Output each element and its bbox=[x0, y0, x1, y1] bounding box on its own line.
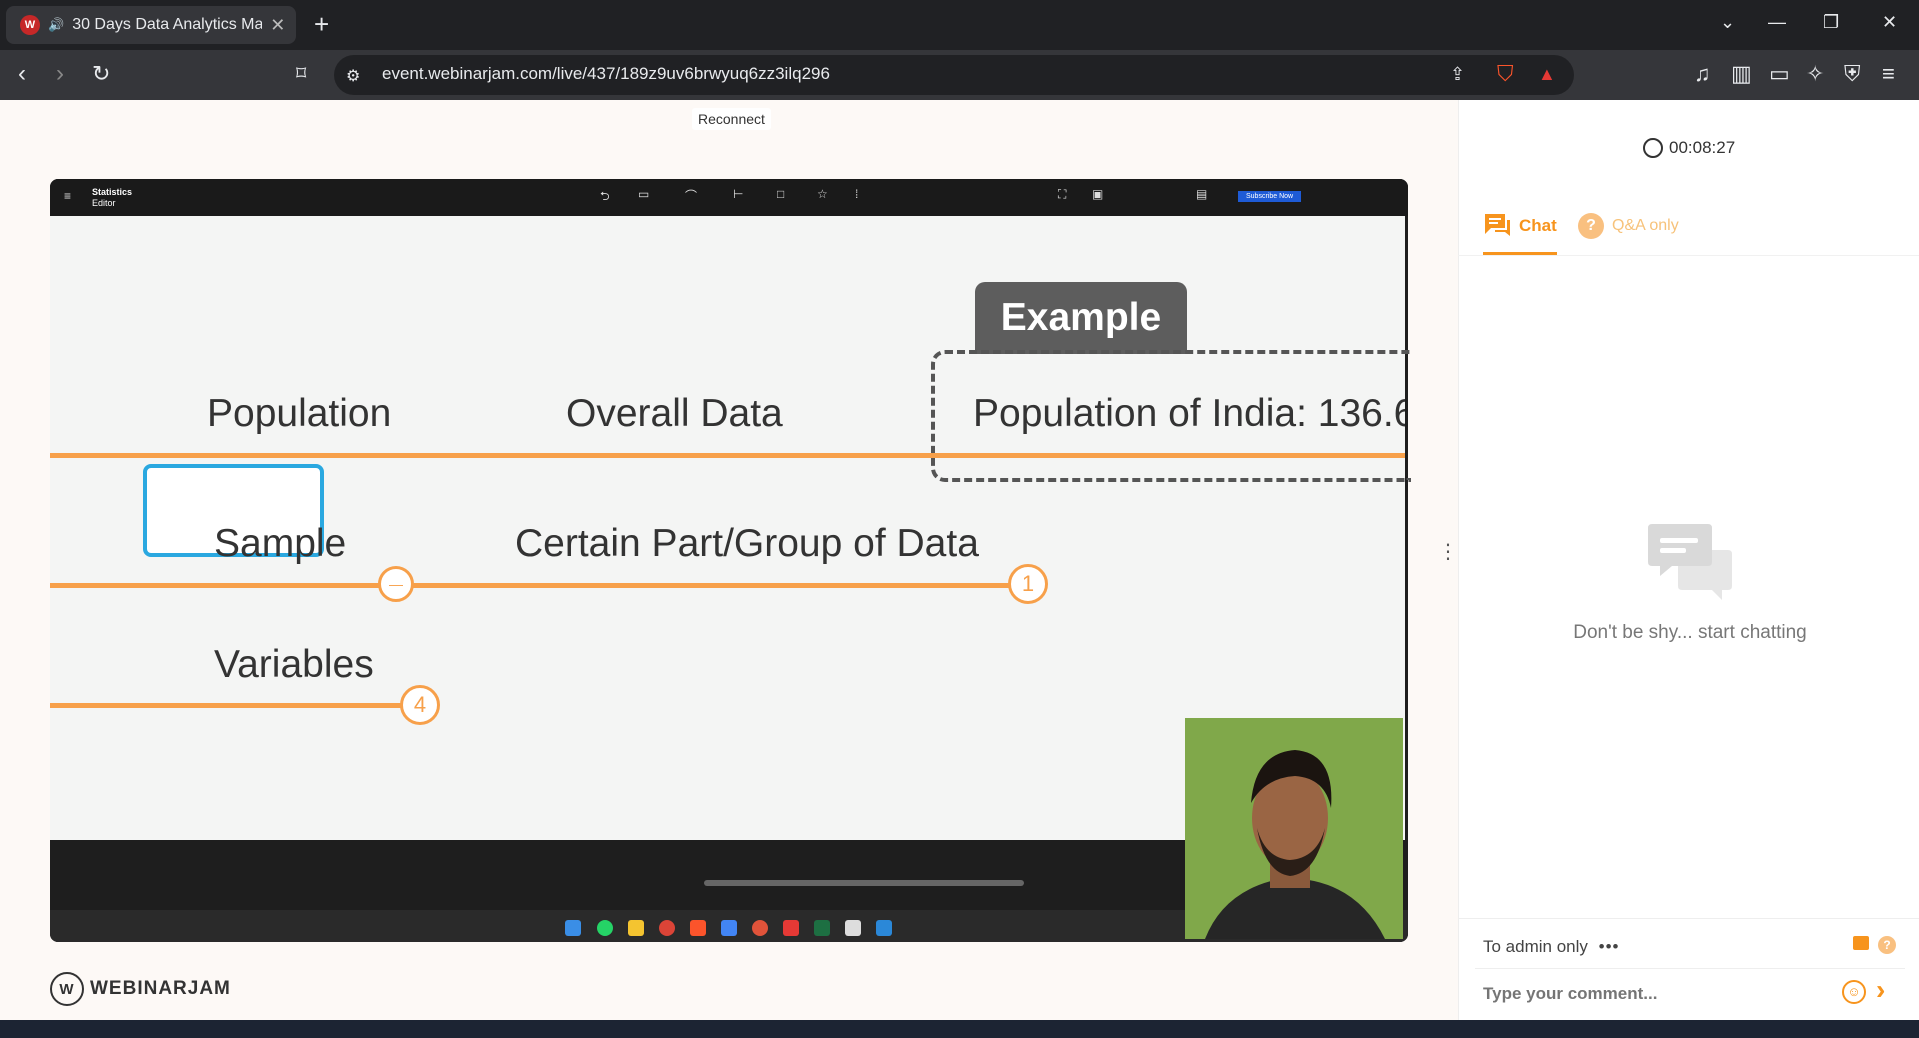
reconnect-button[interactable]: Reconnect bbox=[692, 108, 771, 130]
brand-name: WEBINARJAM bbox=[90, 978, 231, 999]
insert-icon: ⁞ bbox=[855, 187, 859, 201]
presenter-figure bbox=[1185, 718, 1403, 939]
question-icon: ? bbox=[1578, 213, 1604, 239]
chat-bubbles-icon bbox=[1648, 520, 1732, 600]
browser-tab[interactable]: W 🔊 30 Days Data Analytics Mast ✕ bbox=[6, 6, 296, 44]
restore-icon[interactable]: ❐ bbox=[1823, 12, 1839, 33]
presenter-webcam bbox=[1185, 718, 1403, 939]
population-example-label: Population of India: 136.6 bbox=[973, 392, 1405, 435]
subtopic-icon: ▭ bbox=[638, 187, 650, 201]
taskbar-xmind-icon bbox=[783, 920, 799, 936]
site-settings-icon[interactable]: ⚙ bbox=[346, 64, 360, 90]
variables-branch-line bbox=[50, 703, 410, 708]
url-text[interactable]: event.webinarjam.com/live/437/189z9uv6br… bbox=[382, 64, 830, 84]
session-timer: 00:08:27 bbox=[1643, 138, 1735, 158]
more-options-icon[interactable]: ⋮ bbox=[1438, 542, 1458, 562]
webinarjam-logo-icon: W bbox=[50, 972, 84, 1006]
audience-label: To admin only bbox=[1483, 937, 1588, 956]
comment-input[interactable] bbox=[1483, 980, 1823, 1008]
close-window-icon[interactable]: ✕ bbox=[1882, 12, 1897, 33]
taskbar-brave-icon bbox=[690, 920, 706, 936]
os-taskbar bbox=[0, 1020, 1919, 1038]
close-tab-icon[interactable]: ✕ bbox=[270, 15, 285, 36]
menu-icon[interactable]: ≡ bbox=[1882, 61, 1895, 87]
summary-icon: ⊢ bbox=[733, 187, 744, 201]
leo-ai-icon[interactable]: ✧ bbox=[1806, 61, 1824, 87]
tab-divider bbox=[1458, 255, 1919, 256]
webinarjam-logo: W WEBINARJAM bbox=[50, 972, 231, 1006]
sample-label: Sample bbox=[214, 522, 347, 565]
tab-search-chevron-icon[interactable]: ⌄ bbox=[1720, 12, 1735, 33]
boundary-icon: □ bbox=[777, 187, 785, 201]
speaker-icon[interactable]: 🔊 bbox=[48, 17, 64, 33]
wallet-icon[interactable]: ▭ bbox=[1769, 61, 1790, 87]
taskbar-notepad-icon bbox=[845, 920, 861, 936]
tab-chat-label: Chat bbox=[1519, 216, 1557, 235]
shared-app-title: Statistics Editor bbox=[92, 187, 132, 209]
browser-tab-bar: W 🔊 30 Days Data Analytics Mast ✕ + ⌄ — … bbox=[0, 0, 1919, 50]
variables-badge: 4 bbox=[400, 685, 440, 725]
shared-app-title-line2: Editor bbox=[92, 198, 116, 208]
taskbar-excel-icon bbox=[814, 920, 830, 936]
tab-chat[interactable]: Chat bbox=[1483, 212, 1557, 255]
vpn-icon[interactable]: ⛨ bbox=[1844, 61, 1861, 87]
taskbar-app-icon bbox=[876, 920, 892, 936]
canvas-scrollbar bbox=[704, 880, 1024, 886]
forward-icon[interactable]: › bbox=[56, 62, 64, 86]
clock-icon bbox=[1643, 138, 1663, 158]
audience-more-icon[interactable]: ••• bbox=[1599, 937, 1620, 956]
zen-icon: ⛶ bbox=[1058, 187, 1067, 201]
sample-badge: 1 bbox=[1008, 564, 1048, 604]
population-branch-line bbox=[50, 453, 1405, 458]
taskbar-powerpoint-icon bbox=[752, 920, 768, 936]
back-icon[interactable]: ‹ bbox=[18, 62, 26, 86]
shared-app-title-line1: Statistics bbox=[92, 187, 133, 197]
chat-mode-icon[interactable] bbox=[1853, 936, 1869, 950]
sample-branch-line bbox=[50, 583, 1015, 588]
marker-icon: ☆ bbox=[817, 187, 828, 201]
brave-shields-icon[interactable]: ⛉ bbox=[1497, 61, 1514, 87]
minimize-icon[interactable]: — bbox=[1768, 12, 1786, 33]
audience-selector[interactable]: To admin only ••• bbox=[1483, 937, 1619, 957]
new-tab-button[interactable]: + bbox=[314, 10, 329, 38]
topic-icon: ⮌ bbox=[600, 189, 610, 203]
input-divider bbox=[1475, 968, 1905, 969]
hamburger-icon: ≡ bbox=[64, 189, 72, 203]
chat-icon bbox=[1485, 214, 1510, 236]
empty-chat-state: Don't be shy... start chatting bbox=[1560, 520, 1820, 644]
collapse-icon: — bbox=[378, 566, 414, 602]
taskbar-folder-icon bbox=[628, 920, 644, 936]
bookmark-icon[interactable]: ⌑ bbox=[296, 62, 306, 86]
taskbar-whatsapp-icon bbox=[597, 920, 613, 936]
empty-chat-message: Don't be shy... start chatting bbox=[1573, 622, 1807, 643]
emoji-icon[interactable]: ☺ bbox=[1842, 980, 1866, 1004]
taskbar-browser-icon bbox=[721, 920, 737, 936]
format-panel-icon: ▤ bbox=[1196, 187, 1208, 201]
composer-divider bbox=[1458, 918, 1919, 919]
media-icon[interactable]: ♫ bbox=[1694, 61, 1711, 87]
qa-mode-icon[interactable]: ? bbox=[1878, 936, 1896, 954]
subscribe-button: Subscribe Now bbox=[1238, 191, 1302, 202]
tab-qa[interactable]: ? Q&A only bbox=[1578, 213, 1679, 239]
timer-value: 00:08:27 bbox=[1669, 138, 1736, 157]
brave-rewards-icon[interactable]: ▲ bbox=[1538, 61, 1556, 87]
relationship-icon: ⌒ bbox=[685, 189, 698, 203]
pitch-icon: ▣ bbox=[1092, 187, 1104, 201]
population-label: Population bbox=[207, 392, 392, 435]
webinarjam-favicon-icon: W bbox=[20, 15, 40, 35]
certain-part-label: Certain Part/Group of Data bbox=[515, 522, 979, 565]
example-tag: Example bbox=[975, 282, 1187, 354]
taskbar-start-icon bbox=[565, 920, 581, 936]
share-icon[interactable]: ⇪ bbox=[1450, 61, 1465, 87]
tab-qa-label: Q&A only bbox=[1612, 217, 1679, 234]
tab-title: 30 Days Data Analytics Mast bbox=[72, 16, 263, 33]
taskbar-chrome-icon bbox=[659, 920, 675, 936]
reload-icon[interactable]: ↻ bbox=[92, 62, 110, 86]
sidebar-toggle-icon[interactable]: ▥ bbox=[1731, 61, 1752, 87]
variables-label: Variables bbox=[214, 643, 374, 686]
shared-app-toolbar: ≡ Statistics Editor ⮌ ▭ ⌒ ⊢ □ ☆ ⁞ ⛶ ▣ ▤ … bbox=[50, 179, 1408, 216]
overall-data-label: Overall Data bbox=[566, 392, 783, 435]
send-icon[interactable]: › bbox=[1876, 976, 1885, 1004]
